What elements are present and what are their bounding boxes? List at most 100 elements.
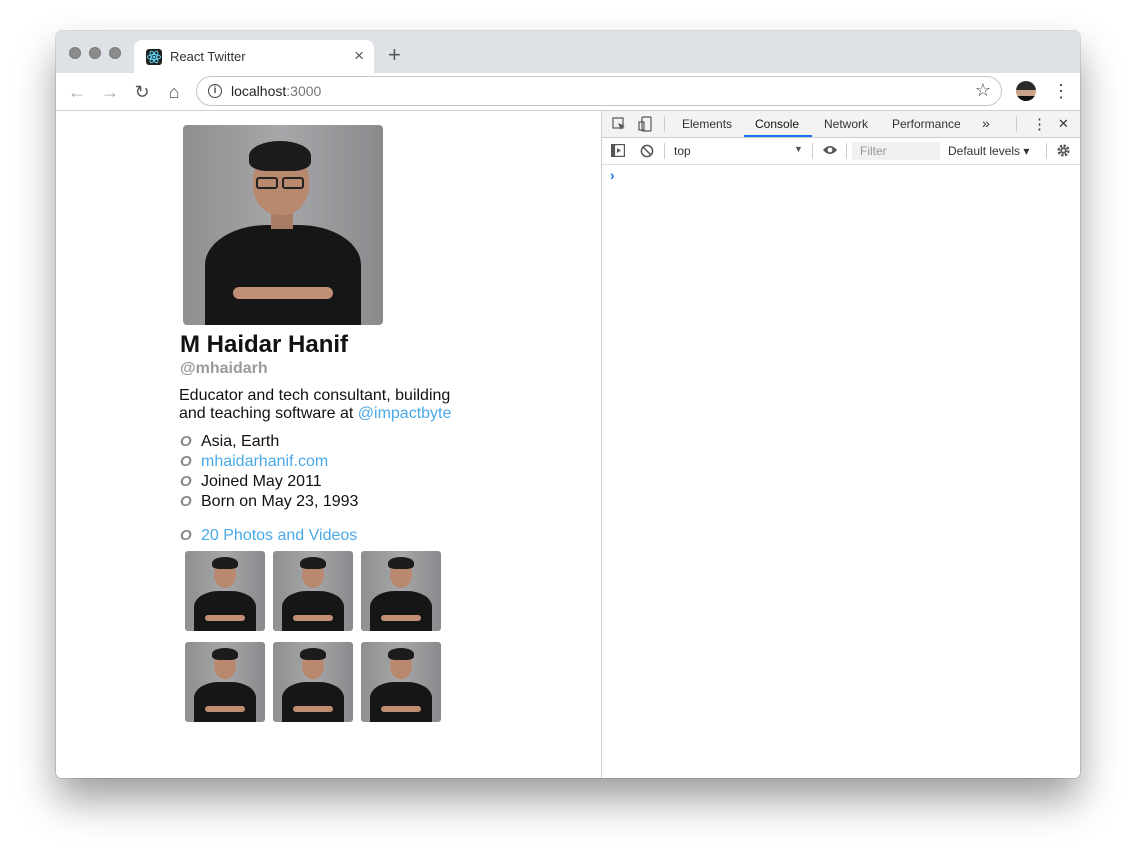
thumb-hair: [300, 557, 326, 569]
active-tab-indicator: [744, 135, 812, 137]
photo-icon: O: [180, 527, 192, 544]
profile-name: M Haidar Hanif: [180, 331, 349, 358]
location-row: O Asia, Earth: [180, 432, 279, 452]
photos-row: O 20 Photos and Videos: [180, 526, 357, 546]
thumb-arms: [205, 706, 245, 712]
photos-videos-link[interactable]: 20 Photos and Videos: [201, 527, 357, 544]
browser-tab[interactable]: React Twitter ×: [134, 40, 374, 73]
devtools-separator: [1046, 143, 1047, 159]
photo-thumbnail[interactable]: [273, 642, 353, 722]
context-selector[interactable]: top: [674, 144, 691, 158]
joined-text: Joined May 2011: [201, 473, 322, 490]
profile-avatar[interactable]: [1016, 81, 1036, 101]
profile-bio: Educator and tech consultant, building a…: [179, 387, 479, 423]
thumb-body: [282, 682, 344, 722]
reload-button[interactable]: ↻: [131, 81, 153, 103]
website-link[interactable]: mhaidarhanif.com: [201, 453, 328, 470]
thumb-hair: [388, 648, 414, 660]
url-port: :3000: [286, 83, 322, 99]
person-hair: [249, 141, 311, 171]
thumb-arms: [293, 706, 333, 712]
born-text: Born on May 23, 1993: [201, 493, 359, 510]
maximize-window-button[interactable]: [109, 47, 121, 59]
forward-button[interactable]: →: [99, 81, 121, 103]
browser-window: React Twitter × + ← → ↻ ⌂ i localhost:30…: [56, 31, 1080, 778]
devtools-menu-icon[interactable]: ⋮: [1032, 115, 1047, 133]
devtools-separator: [664, 116, 665, 132]
website-row: Omhaidarhanif.com: [180, 452, 328, 472]
tab-network[interactable]: Network: [824, 117, 868, 131]
eye-icon[interactable]: [822, 144, 838, 158]
devtools-separator: [846, 143, 847, 159]
page-content: M Haidar Hanif @mhaidarh Educator and te…: [56, 111, 601, 778]
bio-mention-link[interactable]: @impactbyte: [358, 405, 452, 422]
close-window-button[interactable]: [69, 47, 81, 59]
device-toolbar-icon[interactable]: [638, 116, 652, 134]
devtools-separator: [1016, 116, 1017, 132]
location-icon: O: [180, 433, 192, 450]
gear-icon[interactable]: [1056, 143, 1071, 160]
person-glasses-right: [282, 177, 304, 189]
thumb-hair: [388, 557, 414, 569]
react-logo-icon: [146, 49, 162, 65]
devtools-separator: [812, 143, 813, 159]
thumb-body: [282, 591, 344, 631]
thumb-hair: [300, 648, 326, 660]
info-icon[interactable]: i: [208, 84, 222, 98]
filter-input[interactable]: Filter: [852, 142, 940, 160]
browser-toolbar: ← → ↻ ⌂ i localhost:3000 ☆ ⋮: [56, 73, 1080, 111]
thumb-body: [370, 682, 432, 722]
tab-title: React Twitter: [170, 49, 246, 64]
born-row: O Born on May 23, 1993: [180, 492, 358, 512]
clear-console-icon[interactable]: [640, 144, 654, 160]
devtools-tab-bar: Elements Console Network Performance » ⋮…: [602, 111, 1080, 138]
thumb-hair: [212, 557, 238, 569]
back-button[interactable]: ←: [66, 81, 88, 103]
photo-thumbnail[interactable]: [361, 551, 441, 631]
console-toolbar: top ▼ Filter Default levels ▾: [602, 138, 1080, 165]
thumb-body: [370, 591, 432, 631]
tab-strip: React Twitter × +: [56, 31, 1080, 73]
thumb-hair: [212, 648, 238, 660]
inspect-element-icon[interactable]: [612, 117, 626, 133]
tab-close-icon[interactable]: ×: [354, 46, 364, 66]
browser-menu-icon[interactable]: ⋮: [1052, 81, 1070, 101]
photo-thumbnail[interactable]: [185, 642, 265, 722]
sidebar-toggle-icon[interactable]: [611, 144, 626, 159]
devtools-panel: Elements Console Network Performance » ⋮…: [602, 111, 1080, 778]
profile-photo: [183, 125, 383, 325]
thumb-body: [194, 591, 256, 631]
url-host: localhost: [231, 83, 287, 99]
profile-handle: @mhaidarh: [180, 360, 268, 377]
home-button[interactable]: ⌂: [163, 81, 185, 103]
photo-thumbnail[interactable]: [361, 642, 441, 722]
thumb-arms: [381, 615, 421, 621]
devtools-separator: [664, 143, 665, 159]
new-tab-button[interactable]: +: [388, 44, 401, 66]
calendar-icon: O: [180, 473, 192, 490]
joined-row: O Joined May 2011: [180, 472, 322, 492]
location-text: Asia, Earth: [201, 433, 280, 450]
url-text: localhost:3000: [231, 83, 321, 99]
link-icon: O: [180, 453, 192, 470]
minimize-window-button[interactable]: [89, 47, 101, 59]
devtools-close-icon[interactable]: ✕: [1058, 116, 1069, 132]
chevron-down-icon[interactable]: ▼: [794, 144, 803, 154]
console-prompt[interactable]: ›: [610, 167, 615, 183]
tab-console[interactable]: Console: [755, 117, 799, 131]
thumb-arms: [205, 615, 245, 621]
photo-thumbnail[interactable]: [273, 551, 353, 631]
more-tabs-icon[interactable]: »: [982, 115, 990, 131]
person-body: [205, 225, 361, 325]
address-bar[interactable]: i localhost:3000 ☆: [196, 76, 1002, 106]
tab-elements[interactable]: Elements: [682, 117, 732, 131]
thumb-body: [194, 682, 256, 722]
thumb-arms: [381, 706, 421, 712]
person-glasses-left: [256, 177, 278, 189]
log-levels-dropdown[interactable]: Default levels ▾: [948, 144, 1029, 158]
thumb-arms: [293, 615, 333, 621]
bookmark-star-icon[interactable]: ☆: [975, 80, 991, 101]
photo-thumbnail[interactable]: [185, 551, 265, 631]
tab-performance[interactable]: Performance: [892, 117, 961, 131]
person-arms: [233, 287, 333, 299]
